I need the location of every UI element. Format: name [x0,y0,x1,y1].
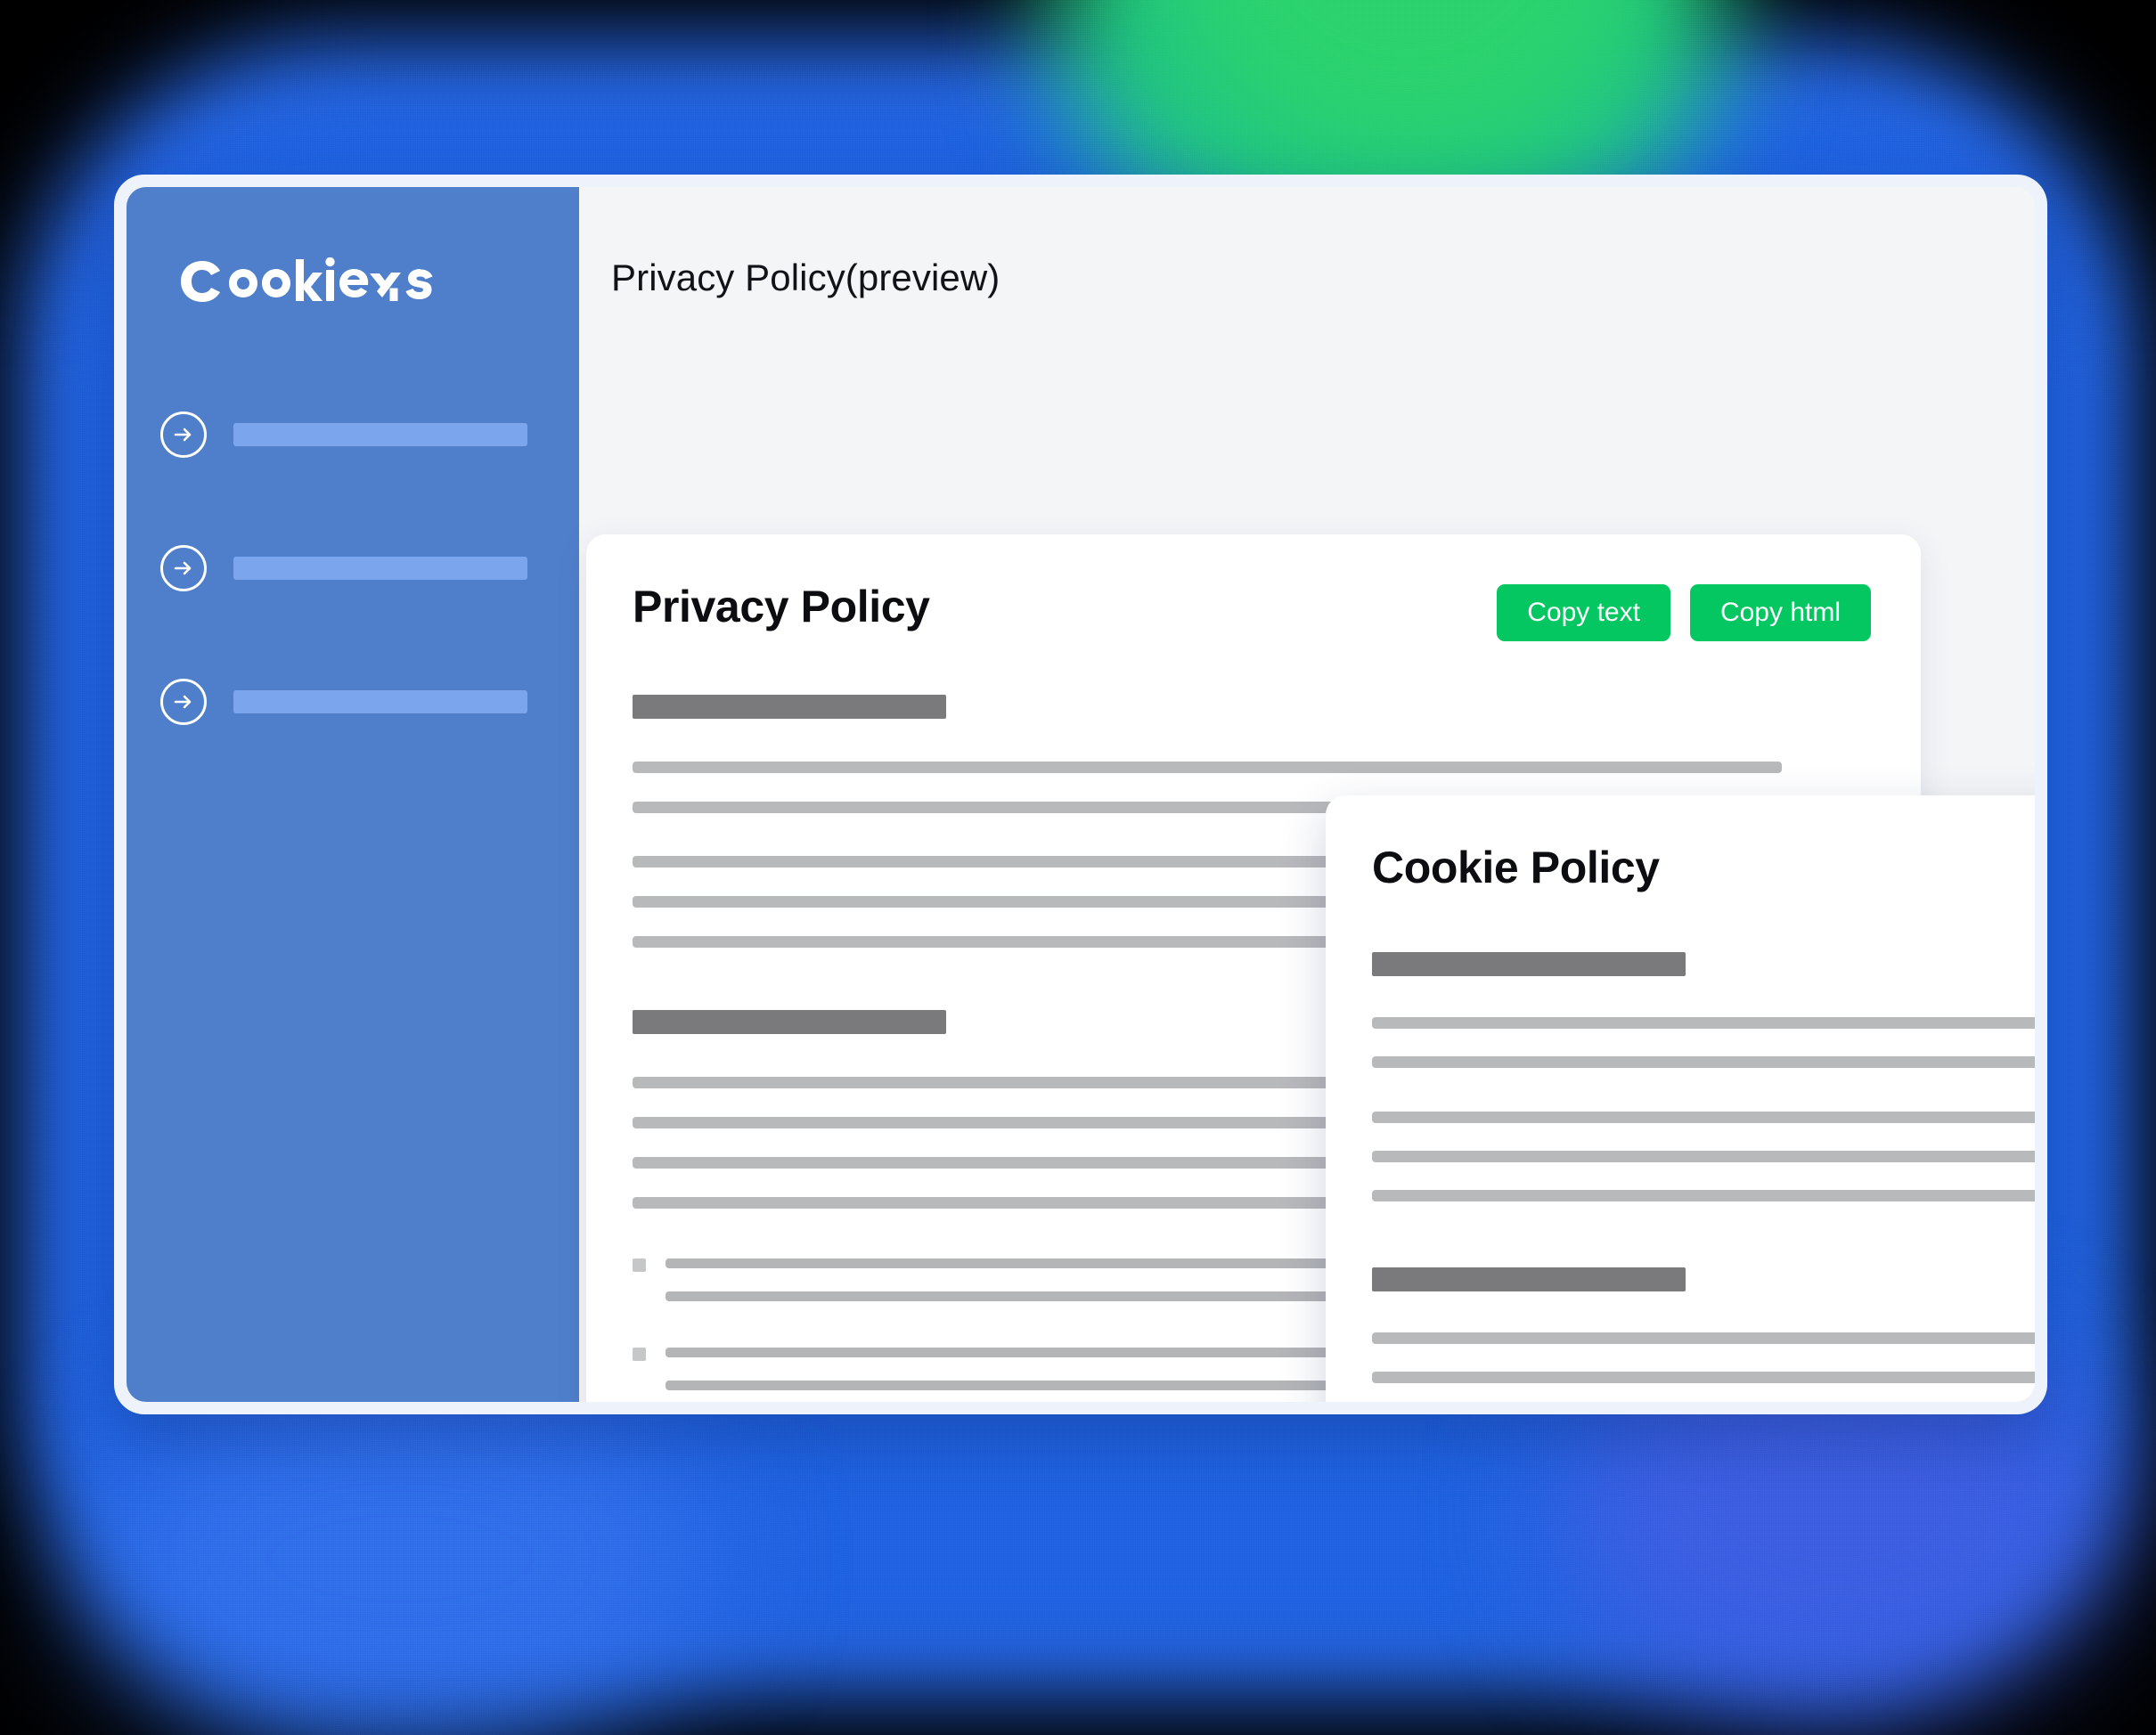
skeleton-heading [633,695,946,719]
page-title: Privacy Policy(preview) [611,257,1000,298]
privacy-copy-text-button[interactable]: Copy text [1497,584,1670,641]
cookie-skeleton-section-2 [1372,1267,2035,1402]
skeleton-heading [633,1010,946,1034]
privacy-policy-title: Privacy Policy [633,582,930,631]
skeleton-paragraph [1372,1017,2035,1201]
sidebar-item-3[interactable] [160,679,579,725]
background-blob-cyan [89,1372,713,1735]
skeleton-line [1372,1372,2035,1383]
app-window-inner: Privacy Policy(preview) Privacy Policy C… [127,187,2035,1402]
skeleton-line [1372,1190,2035,1201]
cookie-policy-card-header: Cookie Policy Copy text Copy html [1372,845,2035,902]
main-content: Privacy Policy(preview) Privacy Policy C… [579,187,2035,1402]
cookie-skeleton-section-1 [1372,952,2035,1201]
privacy-copy-html-button[interactable]: Copy html [1689,584,1871,641]
sidebar-item-2[interactable] [160,545,579,591]
arrow-right-circle-icon [160,411,207,458]
skeleton-line [633,762,1782,773]
sidebar-item-1-placeholder [233,423,527,446]
skeleton-line [1372,1056,2035,1068]
screenshot-stage: Privacy Policy(preview) Privacy Policy C… [0,0,2156,1735]
cookie-policy-title: Cookie Policy [1372,843,1660,892]
privacy-policy-actions: Copy text Copy html [1497,584,1871,641]
skeleton-line [1372,1332,2035,1344]
privacy-policy-card-header: Privacy Policy Copy text Copy html [633,584,1874,641]
arrow-right-circle-icon [160,545,207,591]
skeleton-heading [1372,952,1686,976]
arrow-right-circle-icon [160,679,207,725]
cookieyes-logo[interactable] [127,239,579,324]
skeleton-line [1372,1151,2035,1162]
bullet-marker-icon [633,1258,646,1272]
sidebar [127,187,579,1402]
bullet-marker-icon [633,1348,646,1361]
sidebar-item-3-placeholder [233,690,527,713]
skeleton-line [1372,1017,2035,1029]
cookie-policy-card: Cookie Policy Copy text Copy html [1326,795,2035,1402]
app-window: Privacy Policy(preview) Privacy Policy C… [114,175,2047,1414]
skeleton-line [1372,1112,2035,1123]
skeleton-heading [1372,1267,1686,1291]
sidebar-item-2-placeholder [233,557,527,580]
background-blob-green-2 [1176,0,1639,151]
sidebar-nav [127,411,579,725]
skeleton-paragraph [1372,1332,2035,1402]
sidebar-item-1[interactable] [160,411,579,458]
